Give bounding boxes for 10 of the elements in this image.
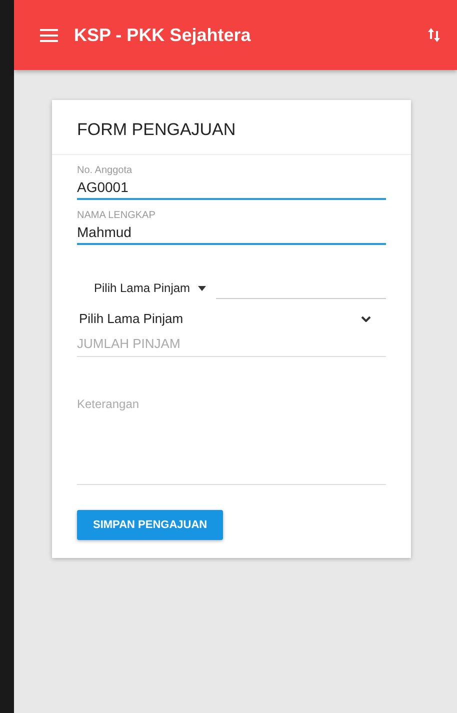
dropdown-icon <box>198 286 206 290</box>
duration-select[interactable]: Pilih Lama Pinjam <box>77 311 386 326</box>
text-field[interactable]: NAMA LENGKAP Mahmud <box>77 210 386 245</box>
chevron-icon <box>361 316 371 322</box>
text-field[interactable]: No. Anggota AG0001 <box>77 165 386 200</box>
form-title: FORM PENGAJUAN <box>52 100 411 155</box>
sort-icon[interactable] <box>427 27 441 43</box>
duration-spinner[interactable]: Pilih Lama Pinjam <box>77 277 206 299</box>
menu-icon[interactable] <box>40 28 58 42</box>
app-title: KSP - PKK Sejahtera <box>74 24 252 46</box>
